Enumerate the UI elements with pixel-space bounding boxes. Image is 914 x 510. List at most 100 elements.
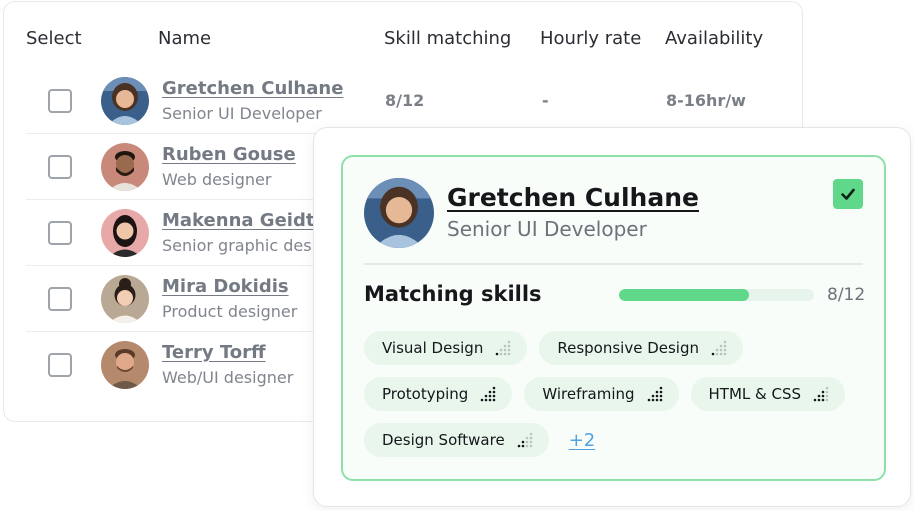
skill-level-dot [659,394,662,398]
skill-level-icon [647,386,662,402]
row-checkbox[interactable] [48,221,72,245]
skill-level-dot [711,352,715,356]
skill-level-dot [489,390,492,394]
candidate-name-link[interactable]: Mira Dokidis [162,276,289,297]
skill-level-dot [517,444,520,448]
skill-level-dot [647,398,650,402]
skill-match-progress-fill [619,289,750,301]
skill-level-dot [493,394,496,398]
skill-level-dot [655,394,658,398]
skill-level-dot [504,352,507,356]
skill-level-dot [500,352,503,356]
row-checkbox[interactable] [48,287,72,311]
header-select: Select [26,28,82,49]
skill-level-dot [715,348,719,352]
skill-level-dot [485,394,488,398]
skill-level-dot [817,398,821,402]
skill-level-dot [659,390,662,394]
candidate-name-link[interactable]: Makenna Geidt [162,210,314,231]
skill-level-dot [521,444,524,448]
skill-level-dot [493,398,496,402]
skill-level-dot [821,394,825,398]
skill-match-count: 8/12 [827,285,866,305]
skill-level-dot [659,386,662,390]
table-row[interactable]: Gretchen Culhane Senior UI Developer 8/1… [26,68,802,134]
candidate-role: Senior UI Developer [162,104,322,123]
skill-tag-label: Design Software [382,431,505,449]
row-checkbox[interactable] [48,353,72,377]
divider [364,263,863,265]
skill-level-dot [525,436,528,440]
skill-level-dot [493,390,496,394]
skill-level-dot [508,352,511,356]
skill-level-dot [723,348,727,352]
header-availability: Availability [665,28,764,49]
skill-level-dot [655,390,658,394]
skill-level-dot [821,398,825,402]
avatar-woman-curly [364,178,434,248]
skill-level-dot [521,440,524,444]
detail-candidate-role: Senior UI Developer [447,217,647,241]
skill-tag: Wireframing [524,377,679,411]
candidate-role: Product designer [162,302,298,321]
skill-level-dot [481,398,484,402]
skill-level-dot [817,394,821,398]
avatar-woman-dark-hair [101,209,149,257]
avatar-man-beard [101,143,149,191]
skill-tag: HTML & CSS [690,377,846,411]
matching-skills-title: Matching skills [364,282,542,306]
skill-level-dot [825,398,829,402]
candidate-detail-card[interactable]: Gretchen Culhane Senior UI Developer Mat… [341,155,886,481]
skill-level-dot [529,444,532,448]
avatar [101,77,149,125]
skill-tag: Design Software [364,423,549,457]
skill-level-dot [504,348,507,352]
skill-tag-label: HTML & CSS [708,385,802,403]
skill-level-dot [489,398,492,402]
skill-level-dot [525,440,528,444]
skill-level-dot [719,352,723,356]
skill-level-dot [496,352,499,356]
skill-level-dot [529,432,532,436]
candidate-name-link[interactable]: Ruben Gouse [162,144,296,165]
avatar-man-short-hair [101,341,149,389]
skill-match-progress-bar [619,289,814,301]
header-hourly-rate: Hourly rate [540,28,642,49]
more-skills-link[interactable]: +2 [569,430,596,451]
row-checkbox[interactable] [48,89,72,113]
candidate-role: Web/UI designer [162,368,294,387]
skill-level-dot [719,344,723,348]
candidate-name-link[interactable]: Gretchen Culhane [162,78,343,99]
skill-tag: Visual Design [364,331,528,365]
row-checkbox[interactable] [48,155,72,179]
skill-tag-label: Wireframing [542,385,635,403]
skill-level-dot [825,390,829,394]
skill-tag: Prototyping [364,377,513,411]
avatar [101,143,149,191]
detail-avatar [364,178,434,248]
skill-level-icon [813,386,829,402]
skill-tag-label: Visual Design [382,339,484,357]
skill-level-dot [508,348,511,352]
skill-level-dot [825,386,829,390]
skill-level-dot [500,348,503,352]
skill-level-dot [651,394,654,398]
candidate-name-link[interactable]: Terry Torff [162,342,266,363]
skill-level-dot [485,398,488,402]
candidate-detail-popover: Gretchen Culhane Senior UI Developer Mat… [313,127,911,507]
skill-level-icon [481,386,496,402]
skill-level-dot [719,348,723,352]
select-candidate-checkbox[interactable] [833,179,863,209]
skill-level-icon [517,432,532,448]
skill-level-dot [525,444,528,448]
avatar [101,275,149,323]
avatar-woman-curly [101,77,149,125]
skill-level-dot [821,390,825,394]
avatar [101,209,149,257]
detail-candidate-name-link[interactable]: Gretchen Culhane [447,183,699,212]
skill-level-dot [504,344,507,348]
skill-matching-value: 8/12 [385,91,425,110]
header-skill-matching: Skill matching [384,28,512,49]
skill-tag-label: Prototyping [382,385,469,403]
checkmark-icon [841,188,855,200]
